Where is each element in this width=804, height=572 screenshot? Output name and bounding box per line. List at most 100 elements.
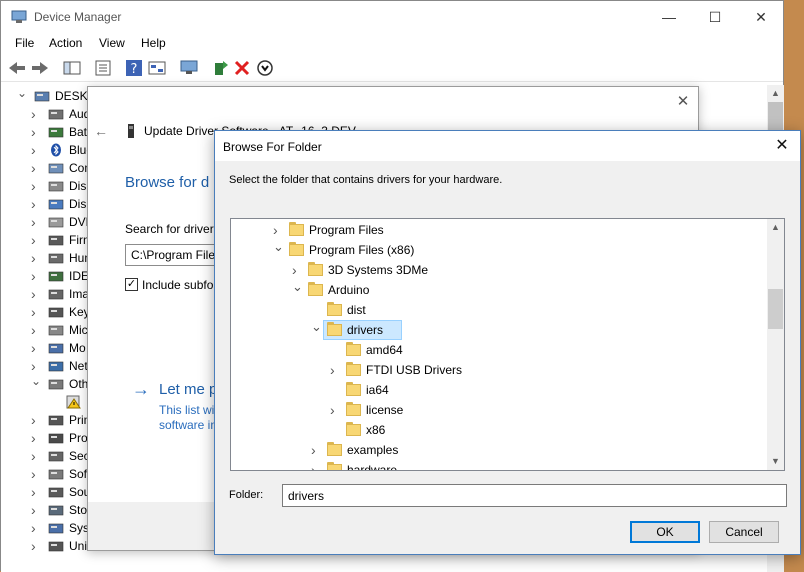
folder-tree-item[interactable]: › FTDI USB Drivers — [231, 360, 767, 380]
menu-file[interactable]: File — [15, 36, 34, 50]
chevron-right-icon[interactable]: › — [31, 233, 41, 247]
chevron-right-icon[interactable]: › — [31, 179, 41, 193]
folder-tree[interactable]: › Program Files ⌄ Program Files (x86) › 3D Sy… — [230, 218, 785, 471]
menu-view[interactable]: View — [99, 36, 125, 50]
device-tree-item[interactable]: ⌄ DESKTO — [1, 87, 104, 105]
device-tree-item[interactable]: › Syst — [1, 519, 92, 537]
chevron-right-icon[interactable]: › — [311, 463, 321, 470]
folder-tree-item[interactable]: › hardware — [231, 460, 767, 470]
update-driver-icon[interactable] — [210, 59, 230, 77]
device-tree-item[interactable] — [1, 393, 91, 411]
folder-tree-item[interactable]: ⌄ Program Files (x86) — [231, 240, 767, 260]
scroll-up-arrow-icon[interactable]: ▲ — [767, 219, 784, 236]
uninstall-device-icon[interactable] — [232, 59, 252, 77]
scroll-down-arrow-icon[interactable]: ▼ — [767, 453, 784, 470]
folder-tree-item[interactable]: x86 — [231, 420, 767, 440]
close-icon[interactable]: ✕ — [674, 93, 692, 111]
chevron-right-icon[interactable]: › — [330, 363, 340, 377]
title-bar[interactable]: Browse For Folder ✕ — [215, 131, 800, 161]
folder-tree-item[interactable]: ⌄ drivers — [231, 320, 767, 340]
chevron-right-icon[interactable]: › — [31, 467, 41, 481]
folder-tree-item[interactable]: ⌄ Arduino — [231, 280, 767, 300]
cancel-button[interactable]: Cancel — [709, 521, 779, 543]
disable-device-icon[interactable] — [255, 59, 275, 77]
chevron-right-icon[interactable]: › — [273, 223, 283, 237]
chevron-right-icon[interactable]: › — [31, 413, 41, 427]
folder-tree-item[interactable]: › 3D Systems 3DMe — [231, 260, 767, 280]
menu-action[interactable]: Action — [49, 36, 82, 50]
back-arrow-icon[interactable]: ← — [94, 123, 108, 139]
chevron-right-icon[interactable]: › — [31, 521, 41, 535]
device-tree-item[interactable]: › IDE — [1, 267, 91, 285]
device-tree-item[interactable]: › Disp — [1, 195, 93, 213]
view-by-connection-icon[interactable] — [147, 59, 167, 77]
chevron-right-icon[interactable]: › — [31, 251, 41, 265]
device-tree-item[interactable]: › Sou — [1, 483, 91, 501]
chevron-right-icon[interactable]: › — [31, 323, 41, 337]
chevron-right-icon[interactable]: › — [31, 107, 41, 121]
chevron-down-icon[interactable]: ⌄ — [292, 280, 303, 293]
device-tree-item[interactable]: › Firm — [1, 231, 93, 249]
device-tree-item[interactable]: › Hum — [1, 249, 94, 267]
folder-tree-scrollbar[interactable]: ▲ ▼ — [767, 219, 784, 470]
chevron-right-icon[interactable]: › — [31, 503, 41, 517]
device-tree-item[interactable]: › Batt — [1, 123, 91, 141]
folder-tree-item[interactable]: › Program Files — [231, 220, 767, 240]
chevron-right-icon[interactable]: › — [31, 341, 41, 355]
device-tree-item[interactable]: › Stor — [1, 501, 91, 519]
device-tree-item[interactable]: › Key — [1, 303, 91, 321]
chevron-right-icon[interactable]: › — [31, 269, 41, 283]
device-tree-item[interactable]: › Sec — [1, 447, 91, 465]
minimize-button[interactable]: — — [646, 1, 692, 33]
chevron-right-icon[interactable]: › — [292, 263, 302, 277]
device-tree-item[interactable]: › Mo — [1, 339, 91, 357]
show-hide-console-tree-icon[interactable] — [62, 59, 82, 77]
chevron-right-icon[interactable]: › — [31, 125, 41, 139]
device-tree-item[interactable]: › Disk — [1, 177, 92, 195]
device-tree-item[interactable]: › Com — [1, 159, 94, 177]
close-icon[interactable]: ✕ — [771, 135, 793, 157]
ok-button[interactable]: OK — [630, 521, 700, 543]
scroll-up-arrow-icon[interactable]: ▲ — [767, 85, 784, 102]
scan-hardware-changes-icon[interactable] — [179, 59, 199, 77]
device-tree-item[interactable]: › Blue — [1, 141, 93, 159]
chevron-right-icon[interactable]: › — [31, 431, 41, 445]
device-tree-item[interactable]: › Mic — [1, 321, 91, 339]
chevron-right-icon[interactable]: › — [31, 215, 41, 229]
chevron-right-icon[interactable]: › — [31, 143, 41, 157]
chevron-right-icon[interactable]: › — [31, 539, 41, 553]
title-bar[interactable]: Device Manager — ☐ ✕ — [1, 1, 783, 33]
folder-tree-item[interactable]: dist — [231, 300, 767, 320]
help-icon[interactable]: ? — [124, 59, 144, 77]
chevron-right-icon[interactable]: › — [31, 359, 41, 373]
chevron-right-icon[interactable]: › — [31, 449, 41, 463]
chevron-down-icon[interactable]: ⌄ — [311, 320, 322, 333]
chevron-down-icon[interactable]: ⌄ — [273, 240, 284, 253]
forward-arrow-icon[interactable] — [30, 59, 50, 77]
menu-help[interactable]: Help — [141, 36, 166, 50]
chevron-right-icon[interactable]: › — [330, 403, 340, 417]
chevron-right-icon[interactable]: › — [31, 197, 41, 211]
device-tree-item[interactable]: ⌄ Oth — [1, 375, 91, 393]
folder-tree-item[interactable]: amd64 — [231, 340, 767, 360]
folder-name-input[interactable]: drivers — [282, 484, 787, 507]
maximize-button[interactable]: ☐ — [692, 1, 738, 33]
device-tree-item[interactable]: › DVD — [1, 213, 94, 231]
device-tree-item[interactable]: › Net — [1, 357, 91, 375]
back-arrow-icon[interactable] — [7, 59, 27, 77]
device-tree-item[interactable]: › Pro — [1, 429, 91, 447]
chevron-right-icon[interactable]: › — [31, 305, 41, 319]
folder-tree-item[interactable]: › examples — [231, 440, 767, 460]
folder-tree-item[interactable]: › license — [231, 400, 767, 420]
device-tree-item[interactable]: › Prin — [1, 411, 91, 429]
chevron-right-icon[interactable]: › — [31, 287, 41, 301]
chevron-down-icon[interactable]: ⌄ — [31, 375, 41, 387]
chevron-right-icon[interactable]: › — [31, 161, 41, 175]
device-tree-item[interactable]: › Aud — [1, 105, 91, 123]
scroll-thumb[interactable] — [768, 289, 783, 329]
chevron-right-icon[interactable]: › — [31, 485, 41, 499]
device-tree-item[interactable]: › Soft — [1, 465, 91, 483]
properties-icon[interactable] — [93, 59, 113, 77]
folder-tree-item[interactable]: ia64 — [231, 380, 767, 400]
chevron-right-icon[interactable]: › — [311, 443, 321, 457]
